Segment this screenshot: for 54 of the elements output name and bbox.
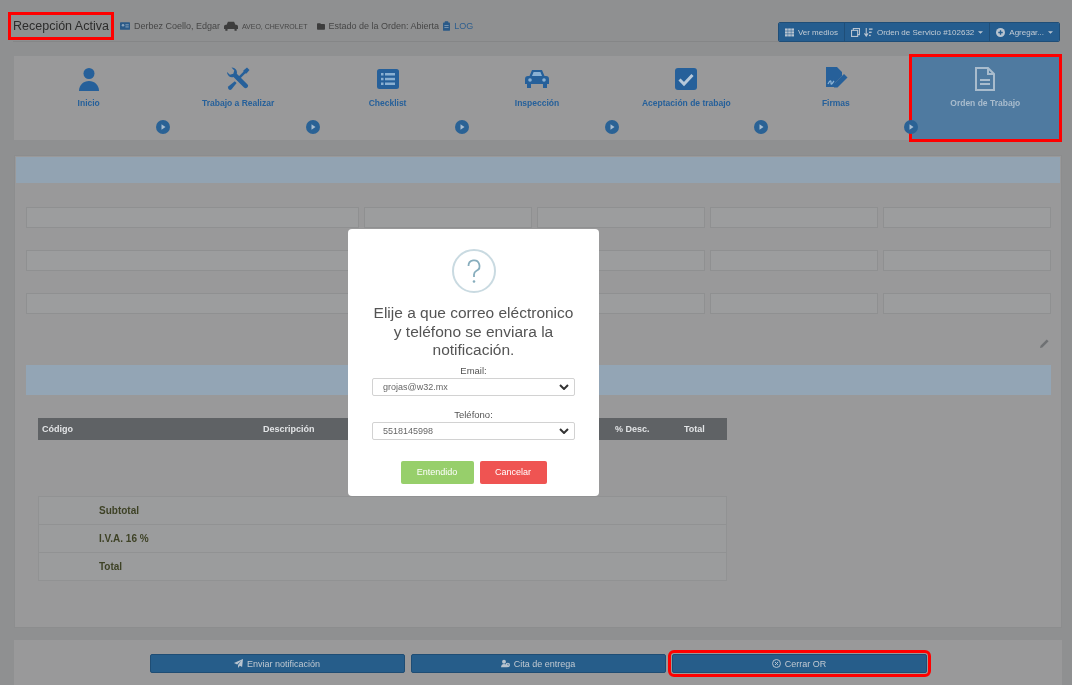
signature-icon	[823, 67, 848, 91]
chevron-down-icon	[559, 383, 569, 390]
total-label: Subtotal	[99, 505, 139, 516]
page-title: Recepción Activa	[13, 18, 109, 34]
customer-name: Derbez Coello, Edgar	[133, 21, 220, 31]
id-card-icon	[119, 22, 130, 30]
cancel-button[interactable]: Cancelar	[479, 460, 547, 484]
car-icon	[524, 69, 549, 89]
question-icon	[451, 249, 496, 293]
grid-icon	[784, 27, 794, 37]
toolbar-button[interactable]: Agregar...	[989, 23, 1059, 41]
total-label: Total	[99, 561, 123, 572]
car-icon	[223, 21, 238, 31]
column-header: % Desc.	[615, 424, 650, 434]
column-header: Descripción	[263, 424, 315, 434]
step-tab[interactable]: Inicio	[14, 56, 164, 140]
user-icon	[76, 67, 101, 91]
log-link[interactable]: LOG	[454, 21, 474, 31]
sort-icon	[863, 27, 873, 37]
field-label: Email:	[460, 364, 487, 377]
form-field[interactable]	[26, 207, 359, 228]
toolbar-button[interactable]: Orden de Servicio #102632	[843, 23, 990, 41]
confirm-button[interactable]: Entendido	[400, 460, 474, 484]
order-status: Estado de la Orden: Abierta	[328, 21, 440, 31]
column-header: Código	[42, 424, 73, 434]
form-field[interactable]	[364, 207, 532, 228]
step-tab[interactable]: Firmas	[761, 56, 911, 140]
folder-icon	[316, 22, 325, 30]
step-tab[interactable]: Trabajo a Realizar	[163, 56, 313, 140]
check-square-icon	[674, 67, 699, 91]
pencil-icon[interactable]	[1040, 339, 1049, 348]
chevron-down-icon	[559, 427, 569, 434]
form-field[interactable]	[537, 207, 705, 228]
step-tab[interactable]: Orden de Trabajo	[910, 56, 1060, 140]
user-clock-icon	[500, 659, 510, 668]
caret-icon	[1048, 30, 1053, 34]
plus-circle-icon	[996, 27, 1006, 37]
footer-button[interactable]: Cita de entrega	[410, 654, 666, 673]
copy-icon	[850, 27, 860, 37]
footer-button[interactable]: Enviar notificación	[149, 654, 405, 673]
field-label: Teléfono:	[454, 408, 493, 421]
paper-plane-icon	[233, 659, 243, 668]
caret-icon	[978, 30, 984, 34]
list-icon	[375, 67, 400, 91]
phone-select[interactable]: 5518145998	[372, 421, 575, 440]
column-header: Total	[684, 424, 705, 434]
total-label: I.V.A. 16 %	[99, 533, 149, 544]
tools-icon	[226, 67, 251, 91]
document-icon	[975, 67, 996, 91]
email-select[interactable]: grojas@w32.mx	[372, 377, 575, 396]
toolbar-button[interactable]: Ver medios	[778, 23, 844, 41]
dialog-title: Elije a que correo eléctronico y teléfono se enviara la notificación.	[372, 304, 575, 360]
clipboard-icon	[443, 21, 451, 31]
close-circle-icon	[771, 659, 781, 668]
